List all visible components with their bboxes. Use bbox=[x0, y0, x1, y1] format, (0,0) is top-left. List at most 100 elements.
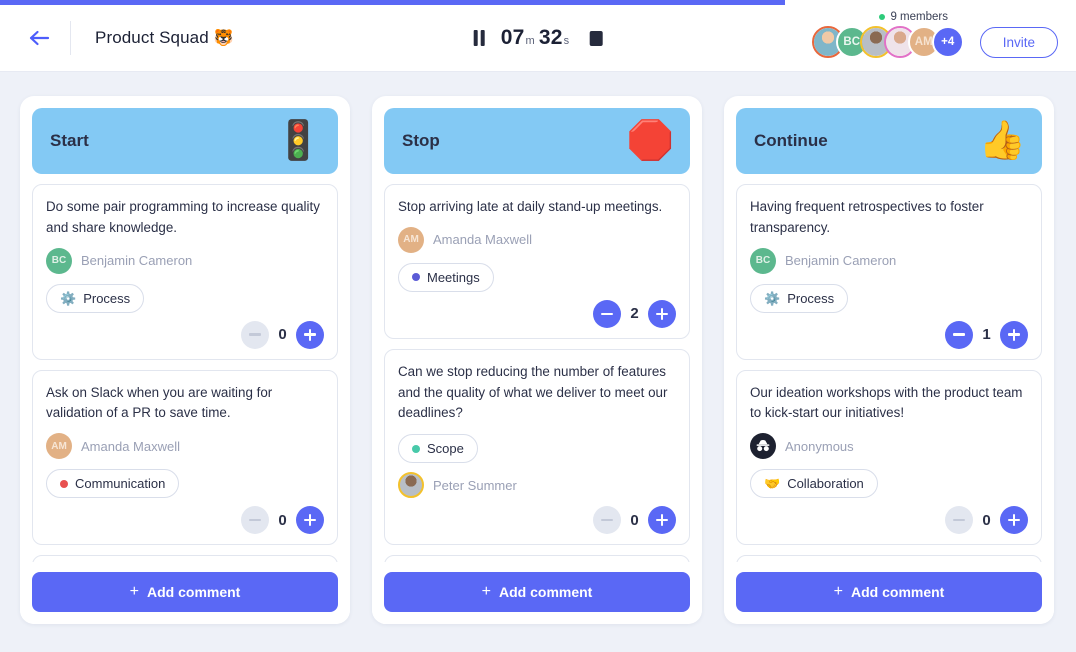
card-tag-chip[interactable]: ⚙️ Process bbox=[750, 283, 849, 313]
vote-decrement-button[interactable] bbox=[945, 506, 973, 535]
add-comment-button[interactable]: + Add comment bbox=[384, 572, 690, 612]
add-comment-button[interactable]: + Add comment bbox=[736, 572, 1042, 612]
tag-color-dot-icon bbox=[412, 444, 420, 453]
column-header: Stop 🛑 bbox=[384, 108, 690, 174]
vote-decrement-button[interactable] bbox=[241, 320, 269, 349]
add-comment-label: Add comment bbox=[147, 584, 241, 600]
stop-icon[interactable] bbox=[589, 30, 603, 46]
column-title: Stop bbox=[402, 131, 440, 150]
tag-label: Process bbox=[83, 290, 131, 306]
bar bbox=[601, 518, 613, 522]
card-author: BC Benjamin Cameron bbox=[46, 247, 324, 274]
retro-card[interactable]: Ask on Slack when you are waiting for va… bbox=[32, 369, 338, 546]
vote-increment-button[interactable] bbox=[648, 299, 676, 328]
app-header: Product Squad 🐯 07m 32s 9 members BC AM +4 … bbox=[0, 5, 1076, 72]
avatar-overflow-count[interactable]: +4 bbox=[931, 26, 964, 58]
board-title-text: Product Squad bbox=[95, 28, 209, 47]
vote-controls: 0 bbox=[398, 506, 676, 535]
add-comment-button[interactable]: + Add comment bbox=[32, 572, 338, 612]
author-avatar-initials: AM bbox=[46, 433, 72, 460]
card-tag-chip[interactable]: Meetings bbox=[398, 262, 494, 292]
retro-card[interactable]: Our ideation workshops with the product … bbox=[736, 369, 1042, 546]
tag-label: Collaboration bbox=[787, 476, 864, 492]
card-tag-chip[interactable]: Scope bbox=[398, 434, 478, 464]
card-tag-chip[interactable]: Communication bbox=[46, 469, 180, 499]
plus-icon: + bbox=[481, 583, 491, 600]
column-emoji-icon: 🚦 bbox=[274, 120, 322, 162]
vote-count: 0 bbox=[982, 511, 991, 529]
bar bbox=[601, 312, 613, 315]
vote-increment-button[interactable] bbox=[1000, 506, 1028, 535]
card-text: Can we stop reducing the number of featu… bbox=[398, 363, 668, 421]
vote-increment-button[interactable] bbox=[296, 506, 324, 535]
gears-icon: ⚙️ bbox=[764, 290, 781, 306]
vote-decrement-button[interactable] bbox=[593, 299, 621, 328]
retro-card[interactable]: Having frequent retrospectives to foster… bbox=[736, 184, 1042, 360]
retro-card-partial[interactable] bbox=[384, 555, 690, 562]
vote-decrement-button[interactable] bbox=[945, 320, 973, 349]
card-author: AM Amanda Maxwell bbox=[46, 433, 324, 460]
retro-card-partial[interactable] bbox=[736, 555, 1042, 562]
bar bbox=[249, 333, 261, 336]
author-name: Benjamin Cameron bbox=[81, 253, 193, 269]
avatar-stack[interactable]: BC AM +4 bbox=[811, 26, 964, 58]
card-tag-chip[interactable]: 🤝 Collaboration bbox=[750, 469, 878, 499]
members-status: 9 members bbox=[879, 11, 948, 23]
invite-button[interactable]: Invite bbox=[979, 26, 1058, 58]
vote-increment-button[interactable] bbox=[296, 320, 324, 349]
card-text: Our ideation workshops with the product … bbox=[750, 384, 1023, 421]
timer-minutes-unit: m bbox=[525, 35, 535, 47]
back-button[interactable] bbox=[22, 21, 56, 55]
tiger-face-icon: 🐯 bbox=[213, 30, 234, 47]
timer-seconds-unit: s bbox=[563, 35, 570, 47]
vote-count: 0 bbox=[278, 511, 287, 529]
author-name: Peter Summer bbox=[433, 477, 517, 493]
retro-column-stop: Stop 🛑 Stop arriving late at daily stand-u… bbox=[372, 96, 702, 624]
tag-label: Meetings bbox=[427, 269, 480, 285]
retro-column-continue: Continue 👍 Having frequent retrospectives … bbox=[724, 96, 1054, 624]
card-text: Having frequent retrospectives to foster… bbox=[750, 199, 984, 235]
retro-card[interactable]: Do some pair programming to increase qua… bbox=[32, 184, 338, 360]
vote-increment-button[interactable] bbox=[1000, 320, 1028, 349]
tag-label: Process bbox=[787, 290, 835, 306]
column-emoji-icon: 👍 bbox=[978, 120, 1026, 162]
vote-decrement-button[interactable] bbox=[593, 506, 621, 535]
vote-count: 1 bbox=[982, 326, 991, 344]
author-name: Amanda Maxwell bbox=[433, 232, 532, 248]
add-comment-label: Add comment bbox=[851, 584, 945, 600]
column-title: Continue bbox=[754, 131, 828, 150]
vote-count: 2 bbox=[630, 305, 639, 323]
pause-icon[interactable] bbox=[473, 30, 485, 46]
online-indicator-icon bbox=[879, 14, 886, 20]
card-tag-chip[interactable]: ⚙️ Process bbox=[46, 283, 145, 313]
bar bbox=[953, 333, 965, 336]
retro-board-app: Product Squad 🐯 07m 32s 9 members BC AM +4 … bbox=[0, 0, 1076, 652]
column-title: Start bbox=[50, 131, 89, 150]
column-cards: Do some pair programming to increase qua… bbox=[20, 174, 350, 562]
vote-increment-button[interactable] bbox=[648, 506, 676, 535]
header-divider bbox=[70, 21, 71, 55]
bar bbox=[249, 518, 261, 522]
tag-label: Communication bbox=[75, 476, 166, 492]
vote-controls: 1 bbox=[750, 320, 1028, 349]
plus-icon: + bbox=[833, 583, 843, 600]
bar bbox=[660, 307, 664, 320]
vote-decrement-button[interactable] bbox=[241, 506, 269, 535]
retro-card[interactable]: Can we stop reducing the number of featu… bbox=[384, 348, 690, 546]
vote-controls: 0 bbox=[46, 320, 324, 349]
session-timer: 07m 32s bbox=[473, 26, 603, 50]
column-cards: Stop arriving late at daily stand-up mee… bbox=[372, 174, 702, 562]
bar bbox=[1012, 328, 1016, 341]
members-count-label: 9 members bbox=[890, 11, 948, 23]
card-author: Anonymous bbox=[750, 433, 1028, 460]
author-avatar-initials: BC bbox=[46, 247, 72, 274]
retro-card[interactable]: Stop arriving late at daily stand-up mee… bbox=[384, 184, 690, 339]
column-footer: + Add comment bbox=[20, 562, 350, 624]
column-header: Start 🚦 bbox=[32, 108, 338, 174]
card-text: Stop arriving late at daily stand-up mee… bbox=[398, 199, 663, 214]
author-avatar-initials: BC bbox=[750, 247, 776, 274]
bar bbox=[1012, 514, 1016, 527]
retro-card-partial[interactable] bbox=[32, 555, 338, 562]
tag-label: Scope bbox=[427, 441, 464, 457]
bar bbox=[308, 328, 312, 341]
